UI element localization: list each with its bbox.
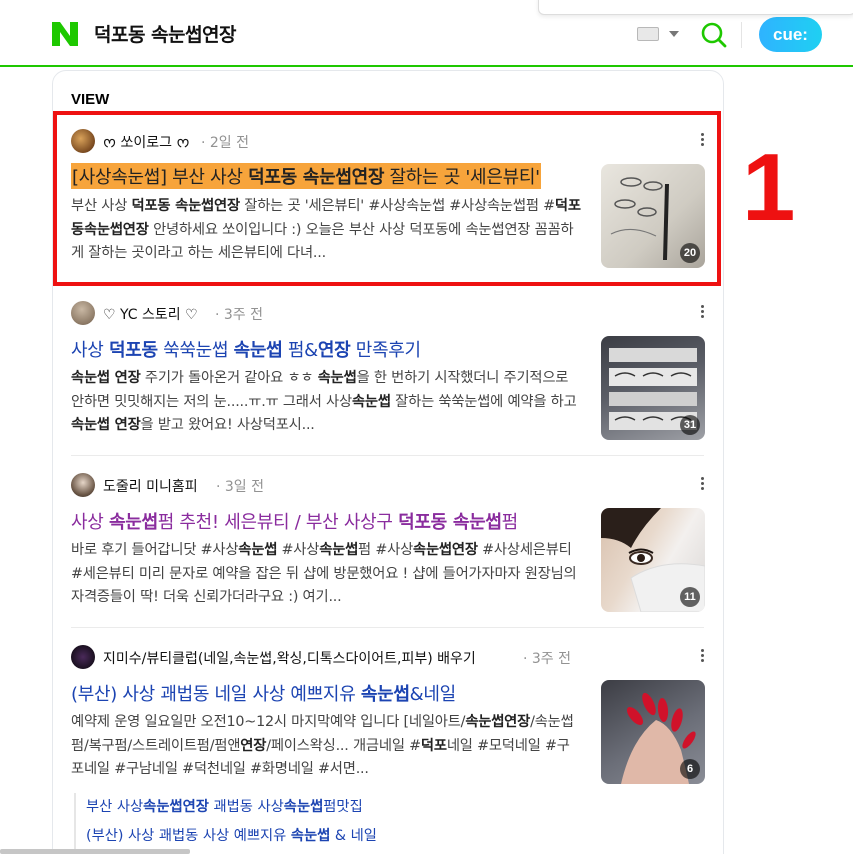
keyword-highlight: 덕포동 (108, 340, 158, 361)
text-run: 펌맛집 (323, 799, 363, 815)
keyword-highlight: 속눈썹연장 (413, 542, 478, 558)
text-run: 주기가 돌아온거 같아요 ㅎㅎ (140, 370, 318, 386)
keyword-highlight: 덕포동 속눈썹 (398, 512, 502, 533)
post-title[interactable]: (부산) 사상 괘법동 네일 사상 예쁘지유 속눈썹&네일 (71, 680, 456, 706)
text-run: 을 받고 왔어요! 사상덕포시... (140, 417, 315, 433)
post-thumbnail[interactable]: 6 (601, 680, 705, 784)
keyword-highlight: 속눈썹 (108, 512, 158, 533)
photo-count-badge: 31 (680, 415, 700, 435)
text-run: 잘하는 쑥쑥눈썹에 예약을 하고 (390, 393, 577, 410)
horizontal-scrollbar[interactable] (0, 849, 190, 854)
keyword-highlight: 속눈썹 (351, 393, 391, 410)
divider (71, 627, 704, 628)
divider (71, 455, 704, 456)
post-meta: 지미수/뷰티클럽(네일,속눈썹,왁싱,디톡스다이어트,피부) 배우기 · 3주 … (71, 644, 705, 670)
post-meta: 도줄리 미니홈피 · 3일 전 (71, 472, 705, 498)
header-divider (741, 22, 742, 48)
post-time: · 3주 전 (523, 651, 572, 667)
text-run: 만족후기 (350, 340, 421, 361)
text-run: 바로 후기 들어갑니닷 #사상 (71, 542, 239, 558)
naver-logo-icon[interactable] (52, 22, 78, 46)
avatar[interactable] (71, 473, 95, 497)
post-meta: ♡ YC 스토리 ♡ · 3주 전 (71, 300, 705, 326)
post-description[interactable]: 바로 후기 들어갑니닷 #사상속눈썹 #사상속눈썹펌 #사상속눈썹연장 #사상세… (71, 539, 581, 610)
text-run: & 네일 (330, 828, 377, 844)
more-options-icon[interactable] (699, 648, 705, 666)
related-link[interactable]: 부산 사상속눈썹연장 괘법동 사상속눈썹펌맛집 (86, 793, 377, 822)
text-run: &네일 (409, 684, 457, 705)
post-time: · 3일 전 (216, 479, 265, 495)
keyword-highlight: 속눈썹 (233, 340, 283, 361)
keyword-highlight: 속눈썹 (283, 799, 324, 815)
keyword-highlight: 속눈썹연장 (143, 799, 209, 815)
highlight-box (53, 111, 721, 286)
text-run: (부산) 사상 괘법동 네일 사상 예쁘지유 (71, 684, 361, 705)
keyword-highlight: 속눈썹 (238, 542, 278, 558)
annotation-number: 1 (742, 134, 796, 241)
text-run: 펌 추천! 세은뷰티 / 부산 사상구 (157, 512, 399, 533)
more-options-icon[interactable] (699, 476, 705, 494)
author-name[interactable]: 지미수/뷰티클럽(네일,속눈썹,왁싱,디톡스다이어트,피부) 배우기 (103, 648, 476, 668)
keyword-highlight: 덕포 (420, 737, 447, 754)
post-thumbnail[interactable]: 11 (601, 508, 705, 612)
list-item: 지미수/뷰티클럽(네일,속눈썹,왁싱,디톡스다이어트,피부) 배우기 · 3주 … (71, 644, 705, 786)
avatar[interactable] (71, 301, 95, 325)
list-item: ♡ YC 스토리 ♡ · 3주 전 사상 덕포동 쑥쑥눈썹 속눈썹 펌&연장 만… (71, 300, 705, 442)
text-run: 괘법동 사상 (208, 799, 284, 815)
author-name[interactable]: 도줄리 미니홈피 (103, 476, 198, 496)
text-run: /복구펌/스트레이트펌/펌앤 (83, 737, 241, 754)
keyword-highlight: 연장 (240, 737, 267, 754)
author-name[interactable]: ♡ YC 스토리 ♡ (103, 304, 198, 324)
keyboard-icon[interactable] (637, 27, 659, 41)
text-run: 펌& (282, 340, 318, 361)
text-run: 펌 (71, 737, 84, 754)
post-description[interactable]: 속눈썹 연장 주기가 돌아온거 같아요 ㅎㅎ 속눈썹을 한 번하기 시작했더니 … (71, 367, 581, 438)
text-run: 사상 (71, 340, 109, 361)
text-run: (부산) 사상 괘법동 사상 예쁘지유 (86, 828, 291, 844)
cue-button[interactable]: cue: (759, 17, 822, 52)
keyword-highlight: 속눈썹 연장 (71, 417, 141, 433)
text-run: 예약제 운영 일요일만 오전10~12시 마지막예약 입니다 [네일아트/ (71, 714, 466, 730)
avatar[interactable] (71, 645, 95, 669)
more-options-icon[interactable] (699, 304, 705, 322)
top-dropdown-panel (538, 0, 853, 15)
text-run: 쑥쑥눈썹 (157, 340, 234, 361)
keyword-highlight: 속눈썹 (319, 542, 359, 558)
text-run: 펌 #사상 (358, 542, 414, 558)
related-link[interactable]: (부산) 사상 괘법동 사상 예쁘지유 속눈썹 & 네일 (86, 822, 377, 851)
post-time: · 3주 전 (215, 307, 264, 323)
search-query-text[interactable]: 덕포동 속눈썹연장 (94, 20, 236, 47)
post-description[interactable]: 예약제 운영 일요일만 오전10~12시 마지막예약 입니다 [네일아트/속눈썹… (71, 711, 581, 782)
keyword-highlight: 연장 (317, 340, 351, 361)
text-run: 사상 (71, 512, 109, 533)
keyword-highlight: 속눈썹 (290, 828, 331, 844)
post-thumbnail[interactable]: 31 (601, 336, 705, 440)
photo-count-badge: 11 (680, 587, 700, 607)
text-run: 펌 (501, 512, 519, 533)
keyword-highlight: 속눈썹 연장 (71, 370, 141, 386)
text-run: 부산 사상 (86, 799, 144, 815)
keyword-highlight: 속눈썹 (360, 684, 410, 705)
text-run: /페이스왁싱... 개금네일 # (266, 737, 421, 754)
search-icon[interactable] (700, 21, 728, 49)
text-run: /속눈썹 (530, 714, 574, 730)
list-item: 도줄리 미니홈피 · 3일 전 사상 속눈썹펌 추천! 세은뷰티 / 부산 사상… (71, 472, 705, 614)
photo-count-badge: 6 (680, 759, 700, 779)
post-title[interactable]: 사상 속눈썹펌 추천! 세은뷰티 / 부산 사상구 덕포동 속눈썹펌 (71, 508, 518, 534)
chevron-down-icon[interactable] (669, 31, 679, 37)
related-links: 부산 사상속눈썹연장 괘법동 사상속눈썹펌맛집 (부산) 사상 괘법동 사상 예… (74, 793, 377, 851)
keyword-highlight: 속눈썹연장 (465, 714, 531, 730)
text-run: #사상 (277, 542, 320, 558)
keyword-highlight: 속눈썹 (317, 370, 357, 386)
post-title[interactable]: 사상 덕포동 쑥쑥눈썹 속눈썹 펌&연장 만족후기 (71, 336, 421, 362)
section-title: VIEW (71, 91, 110, 108)
